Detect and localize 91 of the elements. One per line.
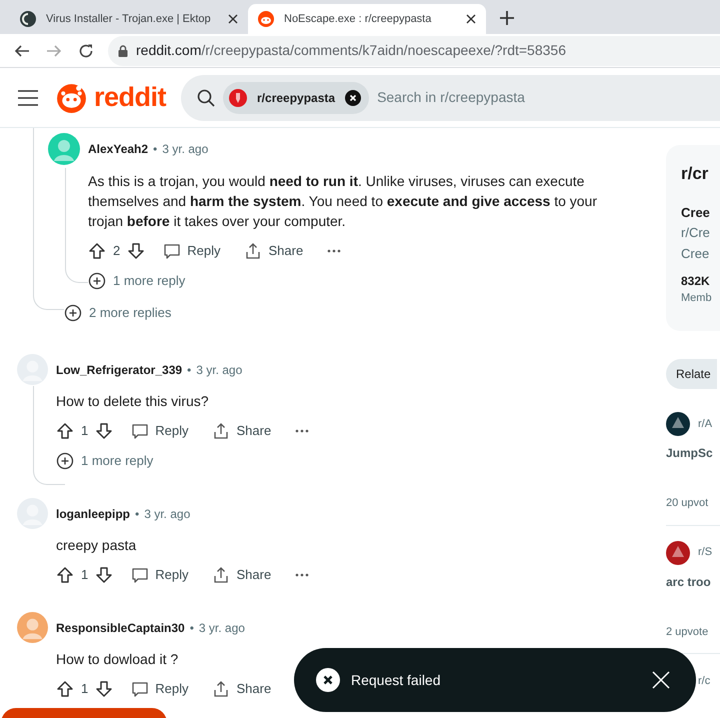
reload-icon[interactable] bbox=[78, 42, 94, 58]
comment-author[interactable]: loganleepipp bbox=[56, 504, 130, 522]
more-replies-link[interactable]: 1 more reply bbox=[56, 451, 154, 471]
comment-author[interactable]: ResponsibleCaptain30 bbox=[56, 618, 185, 636]
community-description: r/Cre bbox=[681, 224, 711, 242]
community-icon bbox=[229, 88, 248, 106]
search-icon bbox=[197, 88, 216, 106]
separator-dot: • bbox=[190, 620, 194, 636]
separator-dot: • bbox=[135, 506, 140, 522]
downvote-icon[interactable] bbox=[95, 566, 114, 584]
comment-text: How to delete this virus? bbox=[56, 392, 210, 411]
close-icon[interactable] bbox=[466, 14, 476, 24]
comment-author[interactable]: Low_Refrigerator_339 bbox=[56, 360, 182, 378]
member-count: 832K bbox=[681, 273, 711, 290]
comment-time: 3 yr. ago bbox=[162, 141, 208, 158]
tab-title: Virus Installer - Trojan.exe | Ektop bbox=[46, 12, 212, 27]
share-button[interactable]: Share bbox=[238, 237, 310, 265]
comment-author[interactable]: AlexYeah2 bbox=[88, 140, 148, 158]
post-title[interactable]: arc troo bbox=[666, 572, 720, 590]
clear-icon[interactable] bbox=[345, 90, 362, 106]
post-community[interactable]: r/c bbox=[698, 672, 710, 690]
vote-count: 2 bbox=[113, 242, 120, 260]
address-field[interactable]: reddit.com/r/creepypasta/comments/k7aidn/noescapeexe/?rdt=58356 bbox=[108, 36, 720, 66]
upvote-icon[interactable] bbox=[56, 422, 74, 440]
share-button[interactable]: Share bbox=[206, 417, 278, 445]
share-button[interactable]: Share bbox=[206, 675, 278, 703]
more-icon[interactable] bbox=[295, 429, 310, 433]
post-community[interactable]: r/S bbox=[698, 544, 712, 561]
share-icon bbox=[212, 680, 230, 698]
vote-count: 1 bbox=[81, 422, 88, 440]
more-replies-link[interactable]: 1 more reply bbox=[88, 271, 186, 291]
toast-message: Request failed bbox=[351, 670, 442, 690]
search-input[interactable]: Search in r/creepypasta bbox=[377, 87, 720, 108]
expand-icon bbox=[64, 304, 82, 322]
comment-icon bbox=[131, 566, 150, 584]
vote-count: 1 bbox=[81, 566, 88, 584]
reddit-icon bbox=[258, 11, 274, 27]
comment-text: creepy pasta bbox=[56, 536, 138, 555]
community-chip[interactable]: r/creepypasta bbox=[223, 82, 370, 114]
reply-button[interactable]: Reply bbox=[125, 417, 194, 445]
upvote-icon[interactable] bbox=[56, 680, 74, 698]
share-icon bbox=[244, 242, 262, 260]
browser-tab[interactable]: NoEscape.exe : r/creepypasta bbox=[248, 4, 486, 34]
share-button[interactable]: Share bbox=[206, 561, 278, 589]
community-name: Cree bbox=[681, 204, 711, 222]
downvote-icon[interactable] bbox=[127, 242, 146, 260]
post-upvotes: 20 upvot bbox=[666, 496, 710, 511]
vote-count: 1 bbox=[81, 680, 88, 698]
separator-dot: • bbox=[153, 141, 158, 158]
comment-time: 3 yr. ago bbox=[196, 362, 242, 378]
related-button[interactable]: Relate bbox=[666, 359, 717, 389]
upvote-icon[interactable] bbox=[56, 566, 74, 584]
member-label: Memb bbox=[681, 291, 713, 306]
comment-time: 3 yr. ago bbox=[198, 620, 245, 636]
expand-icon bbox=[56, 452, 74, 470]
search-field[interactable]: r/creepypasta Search in r/creepypasta bbox=[181, 74, 720, 120]
reply-button[interactable]: Reply bbox=[157, 237, 226, 265]
separator-dot: • bbox=[187, 362, 192, 378]
downvote-icon[interactable] bbox=[95, 680, 114, 698]
more-icon[interactable] bbox=[295, 573, 310, 577]
post-community[interactable]: r/A bbox=[698, 416, 712, 432]
comment-icon bbox=[131, 422, 150, 440]
browser-tab[interactable]: Virus Installer - Trojan.exe | Ektop bbox=[10, 4, 248, 34]
downvote-icon[interactable] bbox=[95, 422, 114, 440]
community-title[interactable]: r/cr bbox=[681, 161, 720, 186]
reply-button[interactable]: Reply bbox=[125, 675, 194, 703]
more-replies-link[interactable]: 2 more replies bbox=[64, 303, 172, 323]
back-icon[interactable] bbox=[14, 42, 30, 58]
community-description: Cree bbox=[681, 245, 710, 263]
tab-title: NoEscape.exe : r/creepypasta bbox=[284, 12, 432, 27]
reply-button[interactable]: Reply bbox=[125, 561, 194, 589]
site-icon bbox=[20, 11, 36, 27]
post-title[interactable]: JumpSc bbox=[666, 444, 720, 462]
upvote-icon[interactable] bbox=[88, 242, 106, 260]
comment-text: How to dowload it ? bbox=[56, 650, 180, 669]
comment-icon bbox=[131, 680, 150, 698]
comment-text: As this is a trojan, you would need to run it. Unlike viruses, viruses can execute themselves and harm the system. You need to execute and give access to your trojan before it takes over your computer. bbox=[88, 172, 598, 231]
share-icon bbox=[212, 566, 230, 584]
reddit-logo-icon[interactable] bbox=[55, 81, 88, 114]
post-upvotes: 2 upvote bbox=[666, 624, 710, 640]
expand-icon bbox=[88, 272, 106, 290]
new-tab-icon[interactable] bbox=[500, 11, 514, 25]
menu-icon[interactable] bbox=[18, 90, 38, 106]
more-icon[interactable] bbox=[327, 249, 342, 253]
error-icon bbox=[316, 668, 340, 692]
share-icon bbox=[212, 422, 230, 440]
comment-time: 3 yr. ago bbox=[144, 506, 190, 522]
lock-icon bbox=[118, 44, 128, 56]
url-text: reddit.com/r/creepypasta/comments/k7aidn/noescapeexe/?rdt=58356 bbox=[136, 41, 566, 60]
close-icon[interactable] bbox=[228, 14, 238, 24]
comment-icon bbox=[163, 242, 182, 260]
